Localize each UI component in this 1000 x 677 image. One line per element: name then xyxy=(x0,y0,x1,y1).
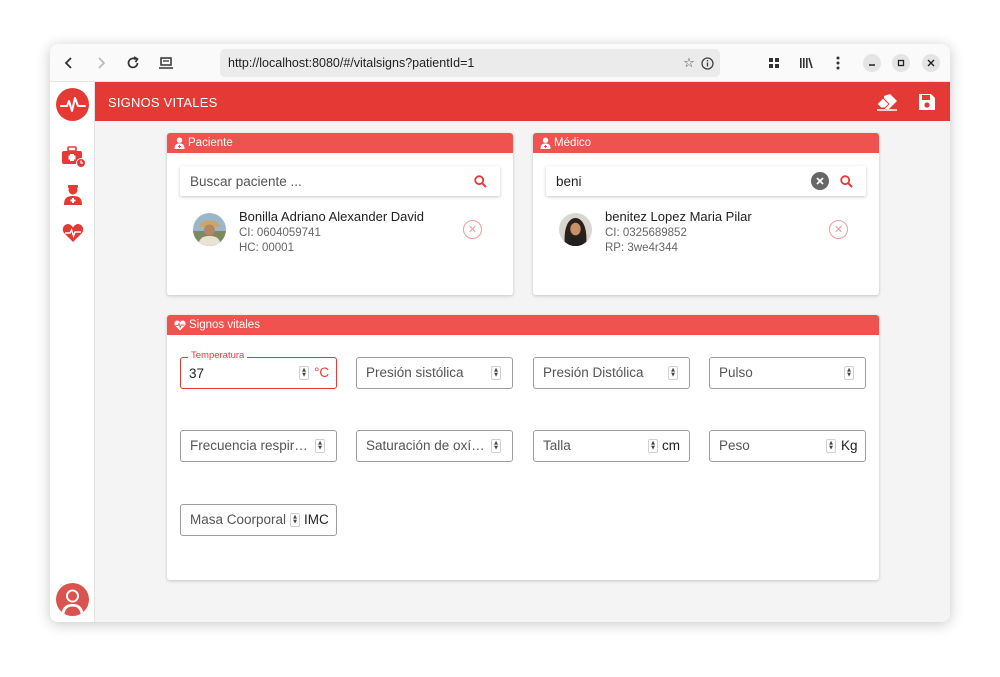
systolic-pressure-stepper[interactable]: ▲ ▼ xyxy=(491,366,501,380)
search-icon[interactable] xyxy=(471,172,489,190)
doctor-small-icon xyxy=(540,137,551,149)
respiratory-rate-stepper[interactable]: ▲ ▼ xyxy=(315,439,325,453)
patient-icon xyxy=(174,137,185,149)
systolic-pressure-label: Presión sistólica xyxy=(366,365,464,380)
weight-unit: Kg xyxy=(841,438,858,453)
forward-arrow-icon[interactable] xyxy=(90,52,112,74)
temperature-label: Temperatura xyxy=(188,350,248,361)
kebab-menu-icon[interactable] xyxy=(827,52,849,74)
oxygen-saturation-field[interactable]: Saturación de oxígeno ▲ ▼ xyxy=(356,430,513,462)
diastolic-pressure-field[interactable]: Presión Distólica ▲ ▼ xyxy=(533,357,690,389)
patient-id: CI: 0604059741 xyxy=(239,227,321,239)
respiratory-rate-label: Frecuencia respiratoria xyxy=(190,438,310,453)
bmi-stepper[interactable]: ▲ ▼ xyxy=(290,513,300,527)
temperature-unit: °C xyxy=(314,365,330,380)
pulse-stepper[interactable]: ▲ ▼ xyxy=(844,366,854,380)
doctor-record: RP: 3we4r344 xyxy=(605,242,678,254)
respiratory-rate-field[interactable]: Frecuencia respiratoria ▲▼ xyxy=(180,430,337,462)
doctor-name: benitez Lopez Maria Pilar xyxy=(605,209,752,224)
patient-card: Paciente Bonilla Adriano Alexander David… xyxy=(167,133,513,295)
temperature-field[interactable]: Temperatura ▲▼ °C xyxy=(180,350,337,389)
app-logo[interactable] xyxy=(56,88,89,121)
doctor-icon[interactable] xyxy=(60,183,86,207)
user-avatar[interactable] xyxy=(56,583,89,616)
bmi-unit: IMC xyxy=(304,512,329,527)
address-bar[interactable]: ☆ xyxy=(220,49,720,77)
selected-doctor: benitez Lopez Maria Pilar CI: 0325689852… xyxy=(559,209,859,254)
clear-search-icon[interactable] xyxy=(811,172,829,190)
doctor-card: Médico benitez Lopez Maria Pilar CI: 032… xyxy=(533,133,879,295)
pulse-field[interactable]: Pulso ▲ ▼ xyxy=(709,357,866,389)
weight-field[interactable]: Peso ▲ ▼ Kg xyxy=(709,430,866,462)
maximize-icon[interactable] xyxy=(892,54,910,72)
weight-label: Peso xyxy=(719,438,750,453)
patient-card-header: Paciente xyxy=(167,133,513,153)
patient-search-input[interactable] xyxy=(190,173,440,190)
bmi-label: Masa Coorporal xyxy=(190,512,287,527)
patient-name: Bonilla Adriano Alexander David xyxy=(239,209,425,224)
star-icon[interactable]: ☆ xyxy=(681,55,697,71)
search-icon[interactable] xyxy=(837,172,855,190)
vital-signs-section-title: Signos vitales xyxy=(189,319,260,331)
selected-patient: Bonilla Adriano Alexander David CI: 0604… xyxy=(193,209,493,254)
sidebar xyxy=(50,82,95,622)
bmi-field[interactable]: Masa Coorporal ▲ ▼ IMC xyxy=(180,504,337,536)
patient-photo xyxy=(193,213,226,246)
patient-search[interactable] xyxy=(180,166,500,196)
url-input[interactable] xyxy=(228,54,668,72)
height-field[interactable]: Talla ▲ ▼ cm xyxy=(533,430,690,462)
back-arrow-icon[interactable] xyxy=(58,52,80,74)
pulse-label: Pulso xyxy=(719,365,753,380)
doctor-id: CI: 0325689852 xyxy=(605,227,687,239)
height-stepper[interactable]: ▲ ▼ xyxy=(648,439,658,453)
doctor-search-input[interactable] xyxy=(556,173,806,190)
height-label: Talla xyxy=(543,438,571,453)
diastolic-pressure-stepper[interactable]: ▲ ▼ xyxy=(668,366,678,380)
reader-view-icon[interactable] xyxy=(155,52,177,74)
remove-patient-button[interactable]: ✕ xyxy=(463,220,482,239)
vital-signs-card: Signos vitales Temperatura ▲▼ °C Presión… xyxy=(167,315,879,580)
grid-icon[interactable] xyxy=(763,52,785,74)
heart-icon xyxy=(174,320,186,330)
doctor-search[interactable] xyxy=(546,166,866,196)
doctor-section-title: Médico xyxy=(554,137,592,149)
weight-stepper[interactable]: ▲ ▼ xyxy=(826,439,836,453)
temperature-input[interactable] xyxy=(189,365,289,382)
save-icon[interactable] xyxy=(916,91,938,113)
doctor-photo xyxy=(559,213,592,246)
doctor-card-header: Médico xyxy=(533,133,879,153)
medical-kit-icon[interactable] xyxy=(60,145,86,169)
app-header: SIGNOS VITALES xyxy=(95,82,950,121)
temperature-stepper[interactable]: ▲ ▼ xyxy=(299,366,309,380)
patient-section-title: Paciente xyxy=(188,137,233,149)
eraser-icon[interactable] xyxy=(876,91,898,113)
minimize-icon[interactable] xyxy=(863,54,881,72)
browser-window: ☆ xyxy=(50,44,950,622)
heartbeat-icon[interactable] xyxy=(60,221,86,245)
vital-signs-card-header: Signos vitales xyxy=(167,315,879,335)
browser-toolbar: ☆ xyxy=(50,44,950,82)
patient-record: HC: 00001 xyxy=(239,242,294,254)
page-title: SIGNOS VITALES xyxy=(108,95,218,110)
systolic-pressure-field[interactable]: Presión sistólica ▲ ▼ xyxy=(356,357,513,389)
diastolic-pressure-label: Presión Distólica xyxy=(543,365,644,380)
close-icon[interactable] xyxy=(922,54,940,72)
info-icon[interactable] xyxy=(699,55,715,71)
remove-doctor-button[interactable]: ✕ xyxy=(829,220,848,239)
height-unit: cm xyxy=(662,438,680,453)
oxygen-saturation-stepper[interactable]: ▲ ▼ xyxy=(491,439,501,453)
reload-icon[interactable] xyxy=(122,52,144,74)
oxygen-saturation-label: Saturación de oxígeno xyxy=(366,438,488,453)
library-icon[interactable] xyxy=(795,52,817,74)
